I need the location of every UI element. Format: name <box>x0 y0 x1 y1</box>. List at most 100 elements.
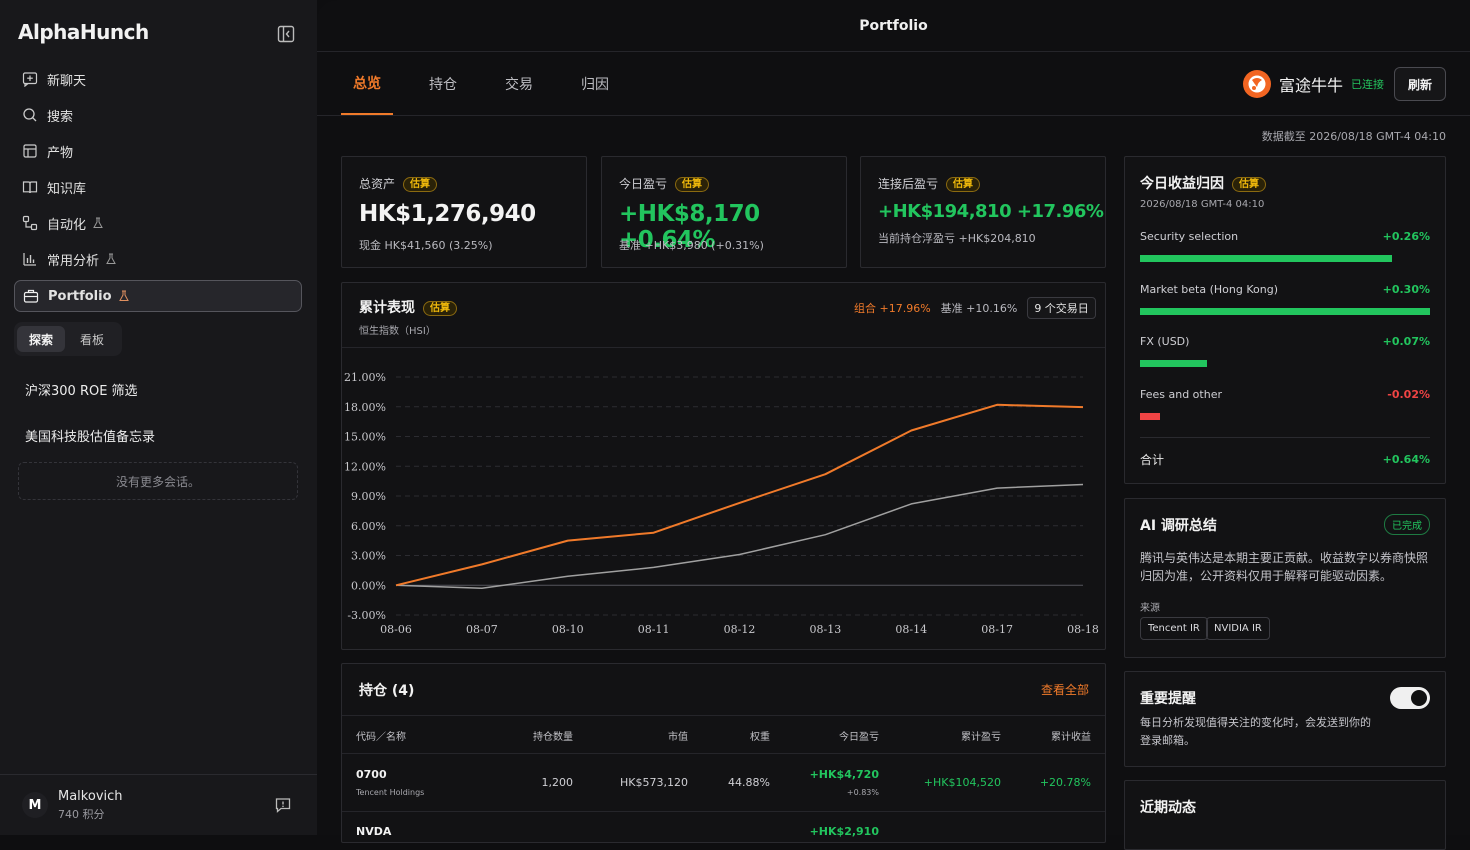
tab-attribution[interactable]: 归因 <box>581 52 609 115</box>
feedback-icon[interactable] <box>274 796 292 814</box>
series-line <box>395 483 1084 589</box>
trading-days-pill[interactable]: 9 个交易日 <box>1027 297 1096 319</box>
kpi-today-pnl: 今日盈亏 估算 +HK$8,170 +0.64% 基准 +HK$3,980 (+0… <box>601 156 847 268</box>
x-tick-label: 08-13 <box>810 623 842 636</box>
kpi-sub: 基准 +HK$3,980 (+0.31%) <box>619 239 764 252</box>
sidebar-item-common-analysis[interactable]: 常用分析 <box>14 243 302 275</box>
beta-flask-icon <box>92 217 104 229</box>
sidebar-item-label: 搜索 <box>47 109 74 125</box>
briefcase-icon <box>23 288 39 304</box>
column-header[interactable]: 权重 <box>750 728 770 743</box>
column-header[interactable]: 累计盈亏 <box>961 728 1001 743</box>
sidebar-item-label: 知识库 <box>47 181 87 197</box>
attribution-item-value: +0.26% <box>1382 230 1430 243</box>
user-points: 740 积分 <box>58 808 105 821</box>
sidebar-item-artifacts[interactable]: 产物 <box>14 135 302 167</box>
x-tick-label: 08-18 <box>1067 623 1099 636</box>
column-header[interactable]: 累计收益 <box>1051 728 1091 743</box>
sidebar-item-label: 产物 <box>47 145 74 161</box>
avatar[interactable]: M <box>22 792 48 818</box>
refresh-button[interactable]: 刷新 <box>1394 67 1446 101</box>
search-icon <box>22 107 38 123</box>
y-tick-label: 15.00% <box>344 431 386 444</box>
estimate-badge: 估算 <box>946 177 981 192</box>
kpi-label: 总资产 <box>359 177 396 191</box>
page-title: Portfolio <box>317 0 1470 52</box>
x-tick-label: 08-12 <box>724 623 756 636</box>
sidebar-item-new-chat[interactable]: 新聊天 <box>14 63 302 95</box>
main-panel: Portfolio 总览 持仓 交易 归因 富途牛牛 已连接 刷新 数据截至 2… <box>317 0 1470 850</box>
y-tick-label: 12.00% <box>344 460 386 473</box>
toggle-knob <box>1411 690 1427 706</box>
estimate-badge: 估算 <box>1232 176 1266 192</box>
automation-icon <box>22 215 38 231</box>
estimate-badge: 估算 <box>675 177 710 192</box>
x-tick-label: 08-07 <box>466 623 498 636</box>
column-header[interactable]: 今日盈亏 <box>839 728 879 743</box>
divider <box>342 811 1105 812</box>
sources-label: 来源 <box>1140 603 1160 614</box>
conversation-item[interactable]: 沪深300 ROE 筛选 <box>25 380 138 399</box>
series-line <box>395 403 1084 587</box>
source-chip[interactable]: NVIDIA IR <box>1206 617 1270 640</box>
alert-toggle[interactable] <box>1390 687 1430 709</box>
y-tick-label: -3.00% <box>347 609 386 622</box>
segment-explore[interactable]: 探索 <box>17 326 65 352</box>
ai-summary-card: AI 调研总结 已完成 腾讯与英伟达是本期主要正贡献。收益数字以券商快照归因为准… <box>1124 498 1446 658</box>
sidebar-item-label: 自动化 <box>47 217 87 233</box>
ai-summary-title: AI 调研总结 <box>1140 518 1217 534</box>
sidebar-item-automation[interactable]: 自动化 <box>14 207 302 239</box>
tab-holdings[interactable]: 持仓 <box>429 52 457 115</box>
new-chat-icon <box>22 71 38 87</box>
sidebar-collapse-icon[interactable] <box>276 24 296 44</box>
segment-board[interactable]: 看板 <box>65 326 119 352</box>
sidebar: AlphaHunch 新聊天 搜索 产物 知识库 自动化 常用分析 Portfo… <box>0 0 317 835</box>
sidebar-item-knowledge-base[interactable]: 知识库 <box>14 171 302 203</box>
kpi-since-connect-pnl: 连接后盈亏 估算 +HK$194,810 +17.96% 当前持仓浮盈亏 +HK$… <box>860 156 1106 268</box>
performance-card: 累计表现 估算 恒生指数（HSI） 组合 +17.96% 基准 +10.16% 9… <box>341 282 1106 650</box>
user-name: Malkovich <box>58 789 123 804</box>
cumulative-return: +20.78% <box>1039 776 1091 789</box>
divider <box>342 715 1105 716</box>
sidebar-item-portfolio[interactable]: Portfolio <box>14 280 302 312</box>
attribution-title: 今日收益归因 <box>1140 176 1224 192</box>
tab-trades[interactable]: 交易 <box>505 52 533 115</box>
kpi-value: HK$1,276,940 <box>359 201 536 227</box>
attribution-bar <box>1140 255 1392 262</box>
kpi-sub: 当前持仓浮盈亏 +HK$204,810 <box>878 232 1036 245</box>
view-all-link[interactable]: 查看全部 <box>1041 681 1089 698</box>
weight: 44.88% <box>728 776 770 789</box>
app-logo[interactable]: AlphaHunch <box>18 20 149 44</box>
beta-flask-icon <box>118 290 130 302</box>
sidebar-item-label: Portfolio <box>48 288 112 304</box>
kpi-value: +HK$194,810 +17.96% <box>878 201 1104 222</box>
chart-legend: 组合 +17.96% 基准 +10.16% 9 个交易日 <box>854 297 1096 319</box>
alert-title: 重要提醒 <box>1140 691 1196 707</box>
tab-overview[interactable]: 总览 <box>341 52 393 115</box>
user-bar[interactable]: M Malkovich 740 积分 <box>0 774 317 835</box>
column-header[interactable]: 代码／名称 <box>356 728 406 743</box>
kpi-sub: 现金 HK$41,560 (3.25%) <box>359 239 493 252</box>
sidebar-item-search[interactable]: 搜索 <box>14 99 302 131</box>
attribution-item-value: +0.30% <box>1382 283 1430 296</box>
y-tick-label: 3.00% <box>351 550 386 563</box>
y-tick-label: 18.00% <box>344 401 386 414</box>
today-pnl: +HK$4,720 <box>809 768 879 781</box>
total-label: 合计 <box>1140 453 1165 467</box>
y-tick-label: 0.00% <box>351 579 386 592</box>
sidebar-item-label: 新聊天 <box>47 73 87 89</box>
cumulative-pnl: +HK$104,520 <box>923 776 1001 789</box>
column-header[interactable]: 市值 <box>668 728 688 743</box>
conversation-item[interactable]: 美国科技股估值备忘录 <box>25 426 155 445</box>
broker-name: 富途牛牛 <box>1279 76 1344 95</box>
data-timestamp: 数据截至 2026/08/18 GMT-4 04:10 <box>1261 130 1446 143</box>
beta-flask-icon <box>105 253 117 265</box>
column-header[interactable]: 持仓数量 <box>533 728 573 743</box>
benchmark-name: 恒生指数（HSI） <box>359 326 436 337</box>
source-chip[interactable]: Tencent IR <box>1140 617 1208 640</box>
today-pnl: +HK$2,910 <box>809 825 879 838</box>
attribution-card: 今日收益归因 估算 2026/08/18 GMT-4 04:10 Security… <box>1124 156 1446 484</box>
y-tick-label: 6.00% <box>351 520 386 533</box>
holdings-card: 持仓 (4) 查看全部 代码／名称 持仓数量 市值 权重 今日盈亏 累计盈亏 累… <box>341 663 1106 843</box>
book-icon <box>22 179 38 195</box>
